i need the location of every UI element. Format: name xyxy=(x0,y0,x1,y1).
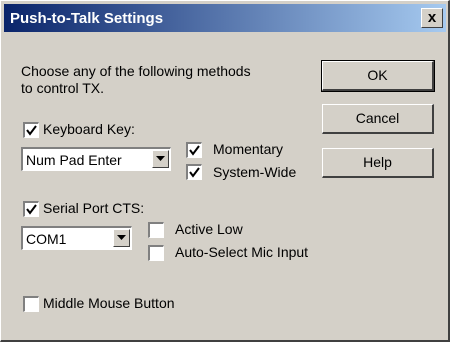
title-bar[interactable]: Push-to-Talk Settings x xyxy=(4,4,446,32)
intro-line-2: to control TX. xyxy=(21,80,105,96)
active-low-label: Active Low xyxy=(175,221,243,237)
active-low-checkbox[interactable] xyxy=(148,222,164,238)
momentary-checkbox[interactable] xyxy=(186,142,202,158)
ok-button[interactable]: OK xyxy=(321,60,435,92)
checkmark-icon xyxy=(189,145,200,156)
push-to-talk-dialog: Push-to-Talk Settings x Choose any of th… xyxy=(0,0,450,342)
serial-port-value: COM1 xyxy=(26,231,67,247)
close-button[interactable]: x xyxy=(421,8,443,28)
auto-select-mic-label: Auto-Select Mic Input xyxy=(175,244,309,260)
keyboard-key-checkbox[interactable] xyxy=(23,122,39,138)
momentary-label: Momentary xyxy=(213,141,284,157)
checkmark-icon xyxy=(189,167,200,178)
keyboard-key-value: Num Pad Enter xyxy=(26,152,122,168)
keyboard-key-label: Keyboard Key: xyxy=(43,121,135,137)
middle-mouse-label: Middle Mouse Button xyxy=(43,295,175,311)
system-wide-label: System-Wide xyxy=(213,164,297,180)
system-wide-checkbox[interactable] xyxy=(186,164,202,180)
serial-port-select[interactable]: COM1 xyxy=(21,226,132,250)
dropdown-arrow-icon[interactable] xyxy=(113,229,130,247)
checkmark-icon xyxy=(26,125,37,136)
serial-port-cts-label: Serial Port CTS: xyxy=(43,200,145,216)
intro-line-1: Choose any of the following methods xyxy=(21,63,251,79)
auto-select-mic-checkbox[interactable] xyxy=(148,245,164,261)
dropdown-arrow-icon[interactable] xyxy=(152,150,169,168)
keyboard-key-select[interactable]: Num Pad Enter xyxy=(21,147,171,171)
middle-mouse-checkbox[interactable] xyxy=(23,296,39,312)
help-button[interactable]: Help xyxy=(322,148,434,178)
serial-port-cts-checkbox[interactable] xyxy=(23,201,39,217)
window-title: Push-to-Talk Settings xyxy=(10,10,164,27)
intro-text: Choose any of the following methods to c… xyxy=(21,63,251,97)
checkmark-icon xyxy=(26,204,37,215)
cancel-button[interactable]: Cancel xyxy=(322,104,434,134)
